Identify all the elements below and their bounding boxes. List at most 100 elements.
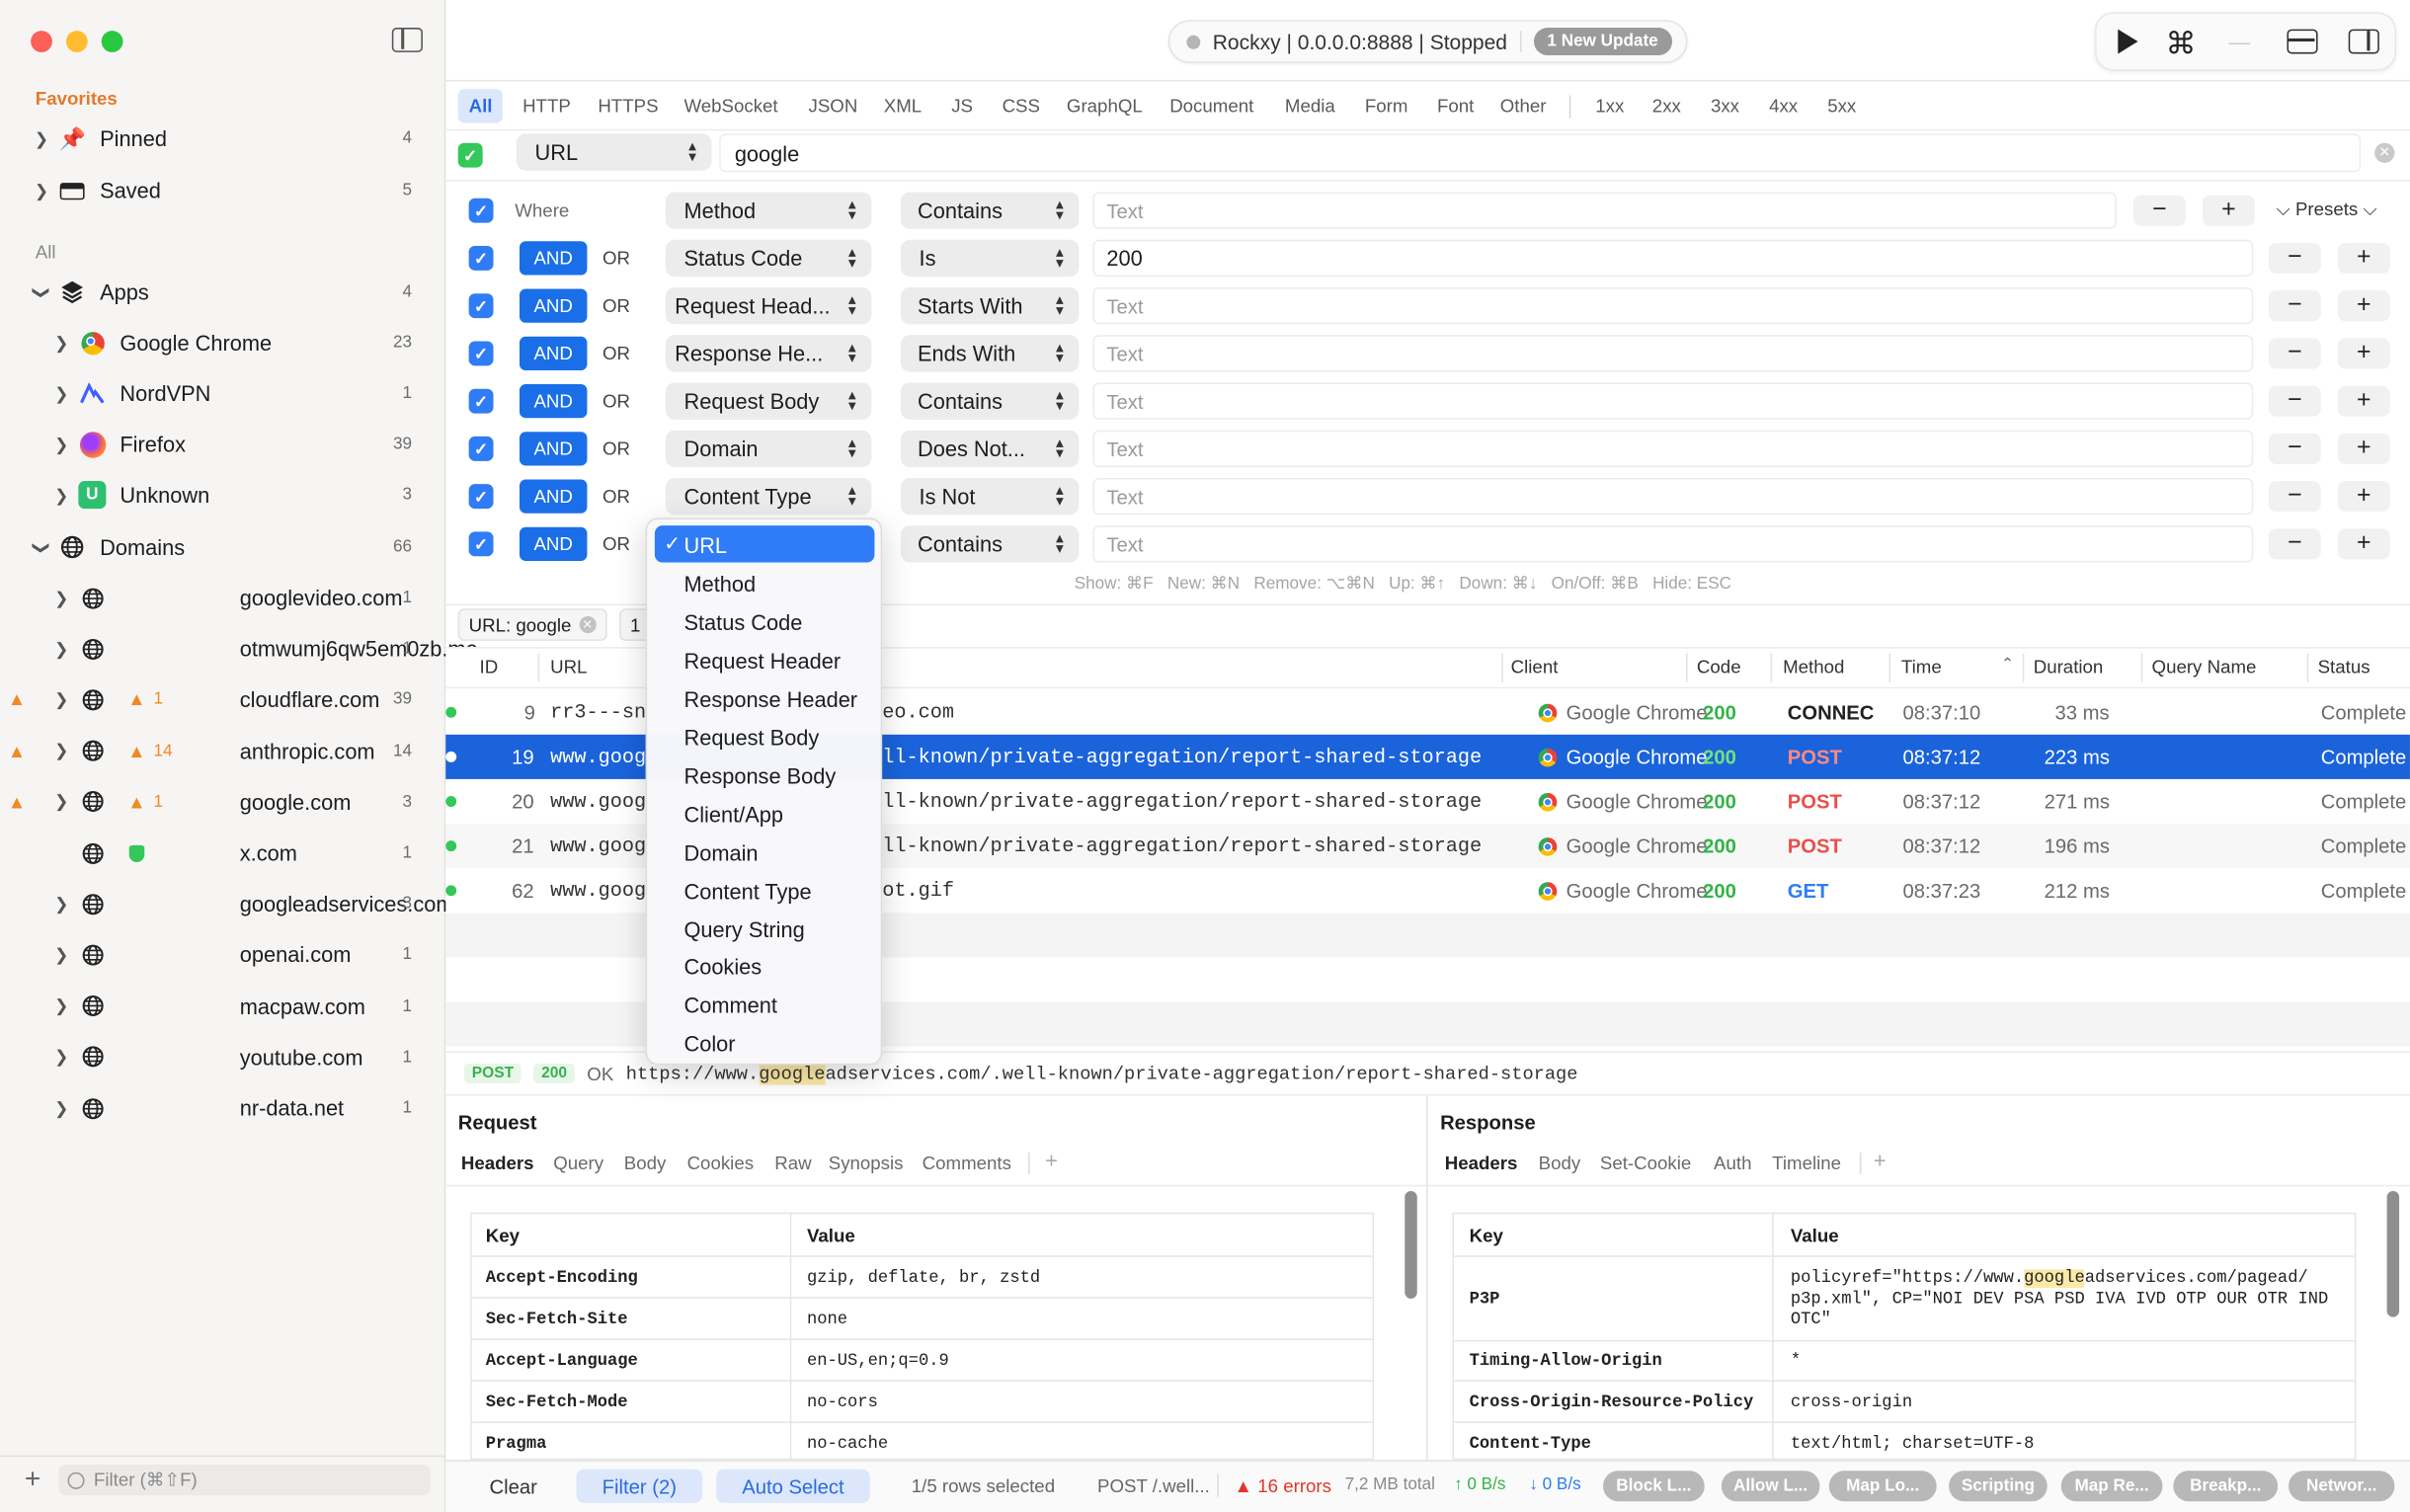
sidebar-item-domain[interactable]: ❯ youtube.com 1	[0, 1034, 445, 1080]
or-toggle[interactable]: OR	[602, 343, 630, 364]
search-enabled-checkbox[interactable]: ✓	[457, 142, 483, 168]
rule-operator-select[interactable]: Does Not... ▴ ▾	[900, 430, 1080, 468]
tab-css[interactable]: CSS	[992, 89, 1051, 122]
or-toggle[interactable]: OR	[602, 486, 630, 508]
and-toggle[interactable]: AND	[519, 241, 588, 276]
close-icon[interactable]: ✕	[579, 615, 597, 634]
chevron-right-icon[interactable]: ❯	[53, 995, 69, 1016]
menu-item-url[interactable]: URL	[683, 533, 727, 558]
menu-item-color[interactable]: Color	[683, 1032, 735, 1057]
menu-item-comment[interactable]: Comment	[683, 994, 776, 1018]
chevron-right-icon[interactable]: ❯	[53, 435, 69, 454]
rule-value-input[interactable]: Text	[1092, 286, 2254, 325]
tool-pill-map-lo[interactable]: Map Lo...	[1828, 1471, 1937, 1502]
rule-field-select[interactable]: Response He... ▴ ▾	[665, 335, 872, 372]
tab-graphql[interactable]: GraphQL	[1056, 89, 1154, 122]
or-toggle[interactable]: OR	[602, 248, 630, 270]
remove-rule-button[interactable]: −	[2268, 338, 2321, 369]
rule-enabled-checkbox[interactable]: ✓	[468, 388, 494, 414]
and-toggle[interactable]: AND	[519, 288, 588, 323]
request-tab-body[interactable]: Body	[624, 1153, 667, 1174]
rule-value-input[interactable]: Text	[1092, 525, 2254, 563]
command-icon[interactable]: ⌘	[2166, 25, 2197, 63]
request-tab-raw[interactable]: Raw	[774, 1153, 811, 1174]
chevron-down-icon[interactable]: ❯	[32, 539, 51, 555]
sidebar-item-domain[interactable]: ❯ openai.com 1	[0, 932, 445, 979]
or-toggle[interactable]: OR	[602, 390, 630, 412]
menu-item-content-type[interactable]: Content Type	[683, 878, 811, 903]
tab-js[interactable]: JS	[940, 89, 984, 122]
rule-value-input[interactable]: 200	[1092, 239, 2254, 278]
add-rule-button[interactable]: +	[2337, 528, 2390, 560]
and-toggle[interactable]: AND	[519, 479, 588, 514]
chevron-right-icon[interactable]: ❯	[53, 485, 69, 506]
tab-http[interactable]: HTTP	[512, 89, 582, 122]
menu-item-method[interactable]: Method	[683, 572, 756, 597]
rule-enabled-checkbox[interactable]: ✓	[468, 245, 494, 271]
chevron-right-icon[interactable]: ❯	[53, 894, 69, 915]
add-rule-button[interactable]: +	[2337, 338, 2390, 369]
chevron-right-icon[interactable]: ❯	[53, 690, 69, 710]
tab-xml[interactable]: XML	[873, 89, 932, 122]
rule-value-input[interactable]: Text	[1092, 430, 2254, 468]
chevron-right-icon[interactable]: ❯	[34, 128, 49, 148]
rule-enabled-checkbox[interactable]: ✓	[468, 341, 494, 366]
chevron-right-icon[interactable]: ❯	[53, 945, 69, 965]
rule-operator-select[interactable]: Starts With ▴ ▾	[900, 286, 1080, 325]
rule-enabled-checkbox[interactable]: ✓	[468, 198, 494, 223]
column-header-code[interactable]: Code	[1697, 656, 1741, 677]
sidebar-item-firefox[interactable]: ❯ Firefox 39	[0, 421, 445, 467]
response-tab-set-cookie[interactable]: Set-Cookie	[1600, 1153, 1691, 1174]
close-window-button[interactable]	[31, 31, 52, 52]
and-toggle[interactable]: AND	[519, 336, 588, 371]
remove-rule-button[interactable]: −	[2268, 481, 2321, 513]
remove-rule-button[interactable]: −	[2268, 385, 2321, 417]
remove-rule-button[interactable]: −	[2268, 242, 2321, 274]
tool-pill-scripting[interactable]: Scripting	[1949, 1471, 2048, 1502]
chevron-right-icon[interactable]: ❯	[53, 333, 69, 353]
or-toggle[interactable]: OR	[602, 438, 630, 459]
chevron-right-icon[interactable]: ❯	[53, 588, 69, 608]
column-header-status[interactable]: Status	[2318, 656, 2370, 677]
filter-button[interactable]: Filter (2)	[576, 1469, 703, 1503]
play-icon[interactable]	[2115, 28, 2139, 60]
sidebar-item-pinned[interactable]: ❯ 📌 Pinned 4	[0, 116, 445, 162]
add-tab-button[interactable]: +	[1045, 1148, 1058, 1172]
sidebar-group-apps[interactable]: ❯ Apps 4	[0, 269, 445, 315]
search-field-select[interactable]: URL ▴ ▾	[516, 133, 712, 171]
presets-button[interactable]: ⌵ Presets ⌵	[2277, 199, 2377, 221]
remove-rule-button[interactable]: −	[2132, 195, 2186, 226]
add-rule-button[interactable]: +	[2202, 195, 2255, 226]
sidebar-group-domains[interactable]: ❯ Domains 66	[0, 524, 445, 571]
chevron-right-icon[interactable]: ❯	[53, 792, 69, 812]
response-tab-headers[interactable]: Headers	[1445, 1153, 1518, 1174]
sidebar-item-domain[interactable]: ❯ ▲ cloudflare.com ▲ 1 39	[0, 676, 445, 723]
rule-operator-select[interactable]: Is ▴ ▾	[900, 239, 1080, 278]
auto-select-button[interactable]: Auto Select	[716, 1469, 870, 1503]
proxy-status-pill[interactable]: Rockxy | 0.0.0.0:8888 | Stopped 1 New Up…	[1167, 20, 1688, 63]
chevron-right-icon[interactable]: ❯	[34, 181, 49, 200]
menu-item-request-body[interactable]: Request Body	[683, 725, 819, 750]
request-tab-query[interactable]: Query	[553, 1153, 603, 1174]
rule-operator-select[interactable]: Contains ▴ ▾	[900, 382, 1080, 420]
add-rule-button[interactable]: +	[2337, 385, 2390, 417]
rule-operator-select[interactable]: Contains ▴ ▾	[900, 192, 1080, 229]
sidebar-item-domain[interactable]: ❯ googleadservices.com 3	[0, 881, 453, 927]
or-toggle[interactable]: OR	[602, 295, 630, 317]
column-header-method[interactable]: Method	[1783, 656, 1844, 677]
column-header-duration[interactable]: Duration	[2034, 656, 2104, 677]
chevron-right-icon[interactable]: ❯	[53, 741, 69, 761]
add-rule-button[interactable]: +	[2337, 433, 2390, 464]
add-rule-button[interactable]: +	[2337, 290, 2390, 322]
chevron-down-icon[interactable]: ❯	[32, 284, 51, 300]
menu-item-query-string[interactable]: Query String	[683, 916, 804, 941]
add-tab-button[interactable]: +	[1874, 1148, 1887, 1172]
menu-item-request-header[interactable]: Request Header	[683, 648, 841, 673]
tab-2xx[interactable]: 2xx	[1642, 89, 1692, 122]
tool-pill-block-l[interactable]: Block L...	[1603, 1471, 1705, 1502]
chevron-right-icon[interactable]: ❯	[53, 1047, 69, 1068]
response-tab-body[interactable]: Body	[1539, 1153, 1581, 1174]
or-toggle[interactable]: OR	[602, 533, 630, 555]
tab-form[interactable]: Form	[1354, 89, 1418, 122]
rule-operator-select[interactable]: Contains ▴ ▾	[900, 525, 1080, 563]
